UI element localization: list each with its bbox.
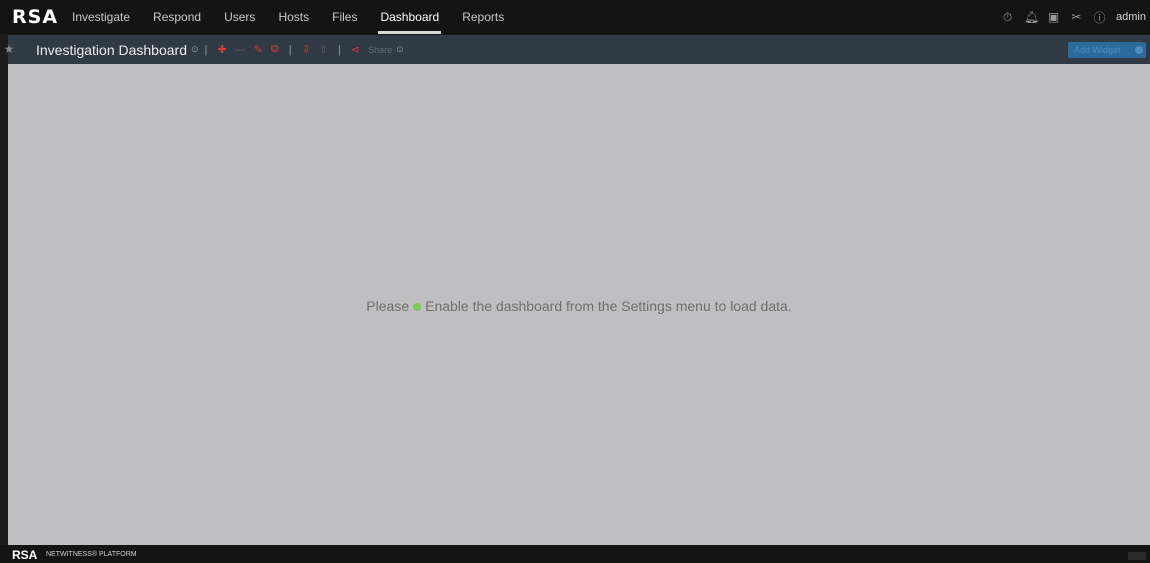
share-icon[interactable]: ⋖: [351, 43, 360, 56]
nav-files[interactable]: Files: [332, 0, 357, 34]
nav-hosts[interactable]: Hosts: [278, 0, 309, 34]
dashboard-selector[interactable]: Investigation Dashboard: [36, 42, 187, 58]
share-dropdown-icon[interactable]: ⊙: [396, 44, 404, 55]
bell-icon[interactable]: 🔔︎: [1024, 10, 1039, 24]
footer-bar: RSA NETWITNESS® PLATFORM: [0, 545, 1150, 563]
toolbar-divider: |: [288, 43, 292, 56]
dashboard-content: Please Enable the dashboard from the Sett…: [8, 64, 1150, 545]
nav-reports[interactable]: Reports: [462, 0, 504, 34]
add-widget-label: Add Widget: [1074, 45, 1121, 55]
nav-dashboard[interactable]: Dashboard: [378, 0, 441, 34]
rsa-logo: RSA: [12, 6, 59, 28]
copy-dashboard-icon[interactable]: ⧉: [271, 43, 279, 56]
add-widget-button[interactable]: Add Widget: [1068, 42, 1146, 58]
remove-dashboard-icon[interactable]: —: [235, 44, 246, 56]
nav-respond[interactable]: Respond: [153, 0, 201, 34]
footer-product-name: NETWITNESS® PLATFORM: [46, 551, 137, 558]
status-dot-icon: [413, 302, 422, 311]
favorite-star-icon[interactable]: ★: [2, 42, 16, 56]
nav-investigate[interactable]: Investigate: [72, 0, 130, 34]
import-icon[interactable]: ⇩: [302, 43, 311, 56]
help-icon[interactable]: ⓘ: [1093, 9, 1106, 26]
timer-icon[interactable]: ⏱: [1001, 10, 1014, 25]
footer-logo: RSA: [12, 548, 38, 562]
tasks-icon[interactable]: ▣: [1047, 10, 1060, 24]
dashboard-toolbar: ★ Investigation Dashboard ⊙ | ✚ — ✎ ⧉ | …: [4, 35, 1150, 64]
share-button[interactable]: Share: [368, 45, 392, 55]
app-window: RSA Investigate Respond Users Hosts File…: [0, 0, 1150, 563]
toolbar-divider: |: [338, 43, 341, 56]
main-nav: Investigate Respond Users Hosts Files Da…: [72, 0, 527, 34]
message-body: Enable the dashboard from the Settings m…: [425, 298, 792, 314]
toolbar-divider: |: [204, 43, 208, 56]
export-icon[interactable]: ⇧: [319, 43, 328, 56]
top-right-tools: ⏱ 🔔︎ ▣ ✂ ⓘ admin: [991, 0, 1146, 34]
tools-icon[interactable]: ✂: [1070, 10, 1083, 24]
nav-users[interactable]: Users: [224, 0, 255, 34]
footer-handle: [1128, 552, 1146, 560]
add-dashboard-icon[interactable]: ✚: [217, 43, 226, 56]
empty-state-message: Please Enable the dashboard from the Sett…: [8, 298, 1150, 314]
chevron-down-icon[interactable]: ⊙: [191, 44, 199, 55]
message-prefix: Please: [366, 298, 410, 314]
edit-dashboard-icon[interactable]: ✎: [254, 43, 263, 56]
add-widget-dropdown-icon: [1135, 46, 1143, 54]
user-menu[interactable]: admin: [1116, 11, 1146, 23]
top-navigation-bar: RSA Investigate Respond Users Hosts File…: [0, 0, 1150, 34]
